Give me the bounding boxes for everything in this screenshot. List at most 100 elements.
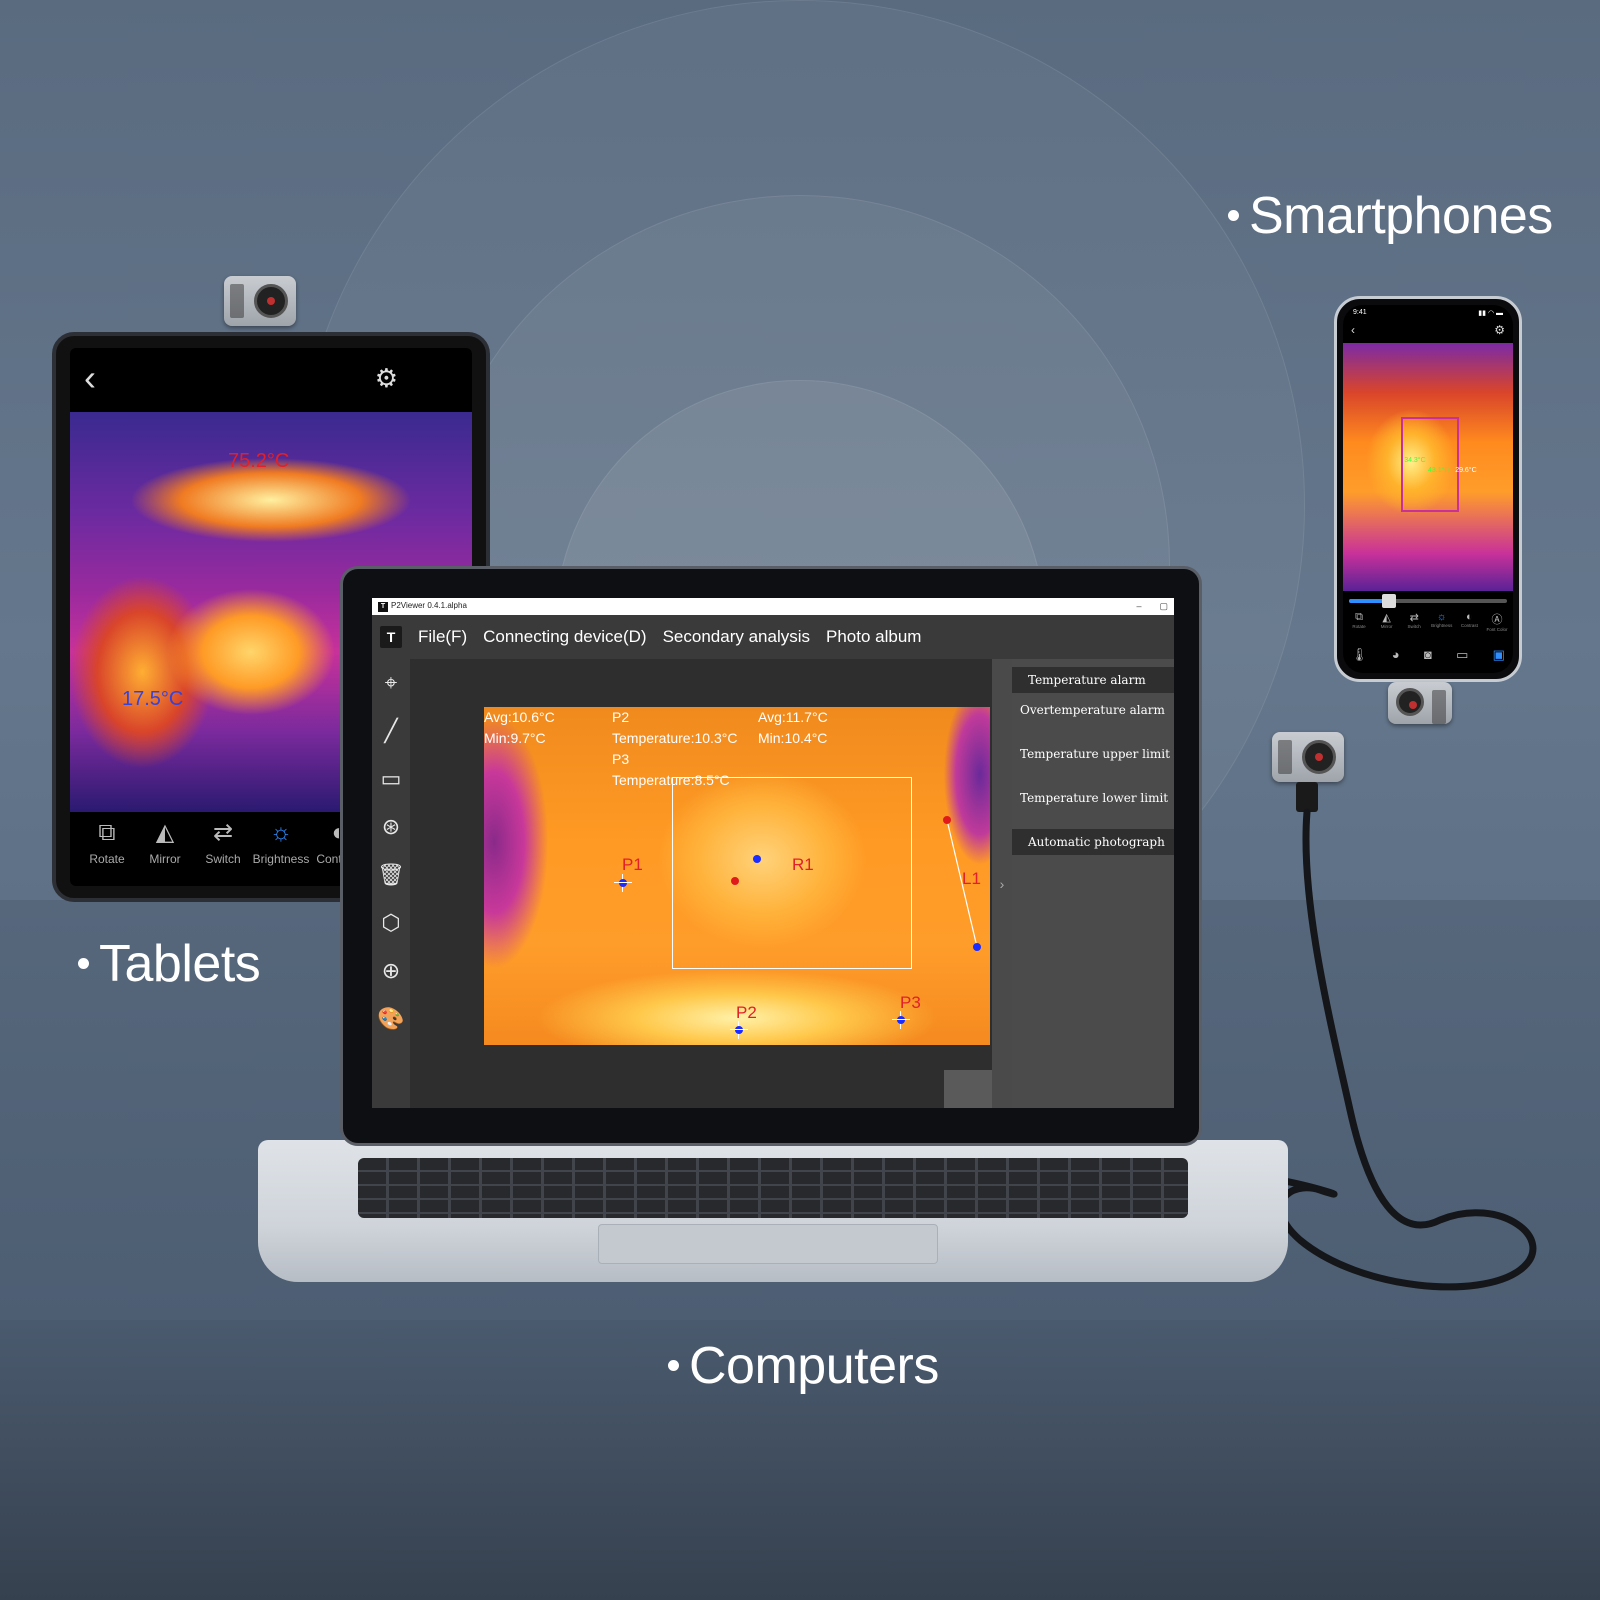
smartphones-label: Smartphones xyxy=(1228,186,1553,246)
tool-rotate[interactable]: ⧉ Rotate xyxy=(78,814,136,884)
minimize-icon[interactable]: – xyxy=(1136,601,1141,612)
tool-font-color[interactable]: Ⓐ Font Color xyxy=(1485,611,1509,632)
tool-label: Switch xyxy=(1407,624,1421,629)
palette-icon[interactable]: 🎨 xyxy=(377,1005,404,1033)
image-canvas: Avg:10.6°C Min:9.7°C P2 Temperature:10.3°C… xyxy=(410,659,1000,1108)
app-logo: T xyxy=(380,626,402,648)
tool-label: Brightness xyxy=(252,852,310,866)
menu-secondary-analysis[interactable]: Secondary analysis xyxy=(663,627,810,647)
tool-label: Switch xyxy=(205,852,241,866)
rectangle-tool-icon[interactable]: ▭ xyxy=(381,765,402,793)
font-color-icon: Ⓐ xyxy=(1491,614,1503,626)
tool-rotate[interactable]: ⧉ Rotate xyxy=(1347,611,1371,632)
tool-mirror[interactable]: ◭ Mirror xyxy=(136,814,194,884)
app-icon: T xyxy=(378,602,388,612)
rotate-icon: ⧉ xyxy=(1355,611,1363,623)
menu-file[interactable]: File(F) xyxy=(418,627,467,647)
readout-3: 29.6°C xyxy=(1455,467,1477,474)
panel-collapse-handle[interactable]: › xyxy=(992,659,1012,1108)
tablet-topbar: ‹ ⚙ xyxy=(70,348,472,408)
thermal-camera-module-tablet xyxy=(224,276,296,326)
tool-label: Mirror xyxy=(1380,624,1393,629)
camera-icon[interactable]: ◙ xyxy=(1424,647,1432,663)
tool-sidebar: ⌖ ╱ ▭ ⊛ 🗑 ⬡ ⊕ 🎨 xyxy=(372,659,410,1108)
switch-icon: ⇄ xyxy=(212,819,234,846)
switch-icon: ⇄ xyxy=(1409,612,1419,624)
line-tool-icon[interactable]: ╱ xyxy=(384,717,397,745)
bullet-icon xyxy=(78,957,89,969)
brightness-icon: ☼ xyxy=(1436,611,1447,623)
tool-label: Font Color xyxy=(1486,627,1508,632)
menu-photo-album[interactable]: Photo album xyxy=(826,627,921,647)
back-icon[interactable]: ‹ xyxy=(1351,323,1355,339)
menu-bar: T File(F) Connecting device(D) Secondary… xyxy=(372,615,1174,659)
rotate-icon: ⧉ xyxy=(98,819,116,846)
panel-header: Temperature alarm xyxy=(1012,667,1174,693)
automatic-photograph-item[interactable]: Automatic photograph xyxy=(1012,829,1174,855)
bullet-icon xyxy=(668,1359,679,1371)
computers-text: Computers xyxy=(689,1337,939,1395)
status-time: 9:41 xyxy=(1353,309,1367,316)
thermometer-icon[interactable]: 🌡 xyxy=(1351,647,1368,663)
back-icon[interactable]: ‹ xyxy=(84,357,96,399)
tool-label: Rotate xyxy=(89,852,125,866)
delete-icon[interactable]: 🗑 xyxy=(377,861,405,889)
brightness-icon: ☼ xyxy=(270,819,292,846)
tablets-label: Tablets xyxy=(78,934,261,994)
menu-connecting-device[interactable]: Connecting device(D) xyxy=(483,627,646,647)
palette-icon[interactable]: ◕ xyxy=(1392,647,1400,663)
tool-brightness[interactable]: ☼ Brightness xyxy=(252,814,310,884)
settings-icon[interactable]: ⚙ xyxy=(375,363,398,394)
chevron-right-icon: › xyxy=(999,875,1005,892)
cold-spot-temp: 17.5°C xyxy=(122,688,184,710)
tool-contrast[interactable]: ◐ Contrast xyxy=(1457,611,1481,632)
slider-knob[interactable] xyxy=(1381,594,1396,608)
mirror-icon: ◭ xyxy=(1382,612,1391,624)
tablets-text: Tablets xyxy=(99,935,261,993)
zoom-in-icon[interactable]: ⊕ xyxy=(382,957,400,985)
image-icon[interactable]: ▣ xyxy=(1493,647,1505,663)
tool-label: Contrast xyxy=(1460,623,1478,628)
computers-label: Computers xyxy=(668,1336,939,1396)
phone-thermal-image: 34.3°C 43.1°C 29.6°C xyxy=(1343,343,1513,591)
signal-battery-icon: ▮▮ ◠ ▬ xyxy=(1478,310,1503,317)
settings-icon[interactable]: ⚙ xyxy=(1494,323,1505,339)
temperature-lower-limit-item[interactable]: Temperature lower limit xyxy=(1012,791,1174,825)
point-target-icon[interactable]: ⌖ xyxy=(385,669,397,697)
tool-switch[interactable]: ⇄ Switch xyxy=(1402,611,1426,632)
temperature-upper-limit-item[interactable]: Temperature upper limit xyxy=(1012,747,1174,781)
smartphone-device: 9:41 ▮▮ ◠ ▬ ‹ ⚙ 34.3°C 43.1°C 29.6°C ⧉ Rota… xyxy=(1334,296,1522,682)
maximize-icon[interactable]: ▢ xyxy=(1159,601,1168,612)
thermal-camera-module-phone xyxy=(1388,682,1452,724)
window-titlebar: T P2Viewer 0.4.1.alpha – ▢ xyxy=(372,598,1174,615)
phone-nav-bar: ‹ ⚙ xyxy=(1343,321,1513,341)
tool-label: Brightness xyxy=(1431,623,1453,628)
trackpad xyxy=(598,1224,938,1264)
gallery-icon[interactable]: ▭ xyxy=(1456,647,1468,663)
keyboard xyxy=(358,1158,1188,1218)
phone-screen: 9:41 ▮▮ ◠ ▬ ‹ ⚙ 34.3°C 43.1°C 29.6°C ⧉ Rota… xyxy=(1343,305,1513,673)
brightness-slider[interactable] xyxy=(1349,594,1507,608)
window-title: P2Viewer 0.4.1.alpha xyxy=(391,601,467,610)
phone-toolbar: ⧉ Rotate ◭ Mirror ⇄ Switch ☼ Brightness ◐ Con… xyxy=(1347,611,1509,632)
3d-view-icon[interactable]: ⬡ xyxy=(381,909,400,937)
contrast-icon: ◐ xyxy=(1466,611,1473,623)
tool-switch[interactable]: ⇄ Switch xyxy=(194,814,252,884)
p2viewer-window: T P2Viewer 0.4.1.alpha – ▢ T File(F) Conne… xyxy=(372,598,1174,1108)
tool-brightness[interactable]: ☼ Brightness xyxy=(1430,611,1454,632)
camera-lens-icon xyxy=(1396,688,1424,716)
line-l1[interactable] xyxy=(484,707,990,1045)
region-target-icon[interactable]: ⊛ xyxy=(382,813,400,841)
overtemperature-alarm-item[interactable]: Overtemperature alarm xyxy=(1012,703,1174,737)
measure-region xyxy=(1400,417,1459,512)
thermal-camera-module-usb xyxy=(1272,732,1344,782)
tool-mirror[interactable]: ◭ Mirror xyxy=(1375,611,1399,632)
temperature-alarm-panel: Temperature alarm Overtemperature alarm … xyxy=(1012,659,1174,1108)
thermal-image[interactable]: Avg:10.6°C Min:9.7°C P2 Temperature:10.3°C… xyxy=(484,707,990,1045)
hot-spot-temp: 75.2°C xyxy=(228,450,290,472)
readout-2: 43.1°C xyxy=(1428,467,1450,474)
camera-lens-icon xyxy=(1302,740,1336,774)
mirror-icon: ◭ xyxy=(155,819,175,846)
phone-status-bar: 9:41 ▮▮ ◠ ▬ xyxy=(1343,305,1513,321)
bullet-icon xyxy=(1228,209,1239,221)
